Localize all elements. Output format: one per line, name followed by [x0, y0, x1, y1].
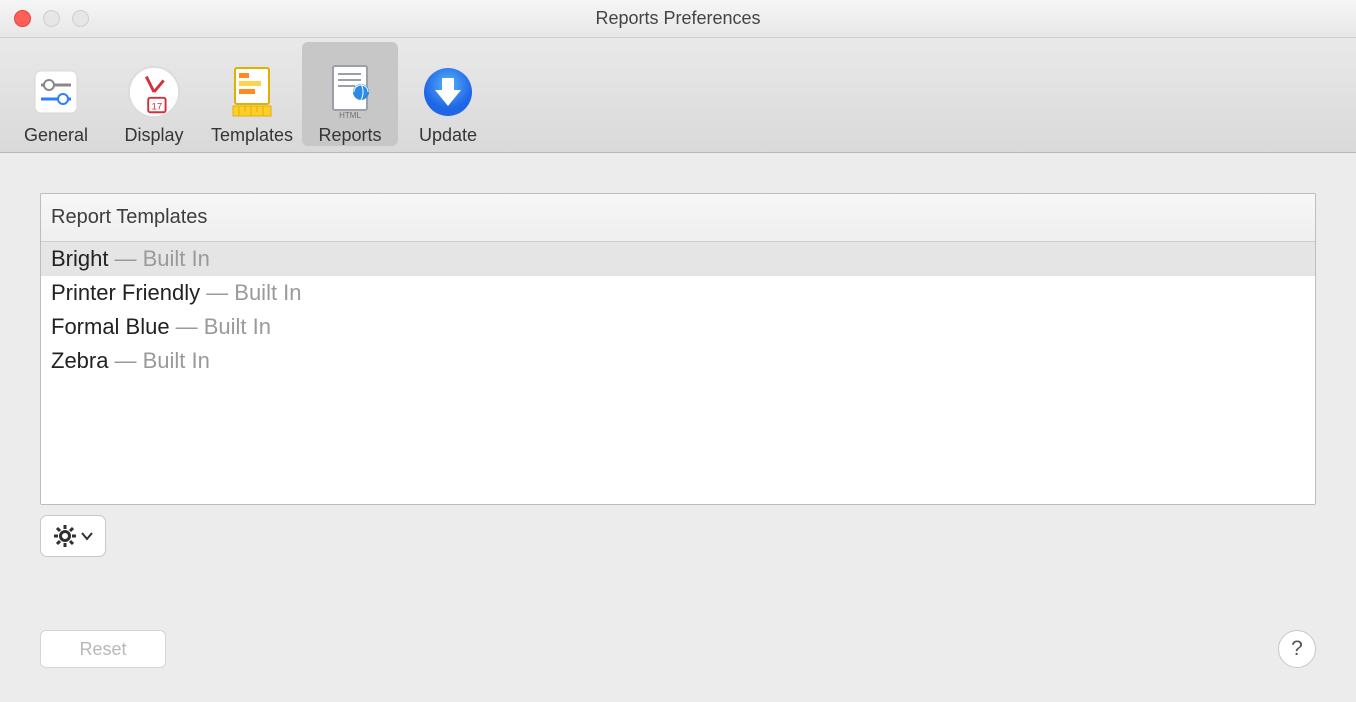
calendar-icon: 17: [127, 65, 181, 119]
template-meta: — Built In: [114, 246, 209, 272]
traffic-lights: [0, 10, 89, 27]
table-rows-container: Bright — Built InPrinter Friendly — Buil…: [41, 242, 1315, 504]
table-row[interactable]: Zebra — Built In: [41, 344, 1315, 378]
toolbar-item-update[interactable]: Update: [400, 42, 496, 146]
toolbar-label: Update: [419, 125, 477, 146]
window-title: Reports Preferences: [595, 8, 760, 29]
toolbar-label: Templates: [211, 125, 293, 146]
toolbar-item-templates[interactable]: Templates: [204, 42, 300, 146]
ruler-template-icon: [225, 65, 279, 119]
help-button[interactable]: ?: [1278, 630, 1316, 668]
toolbar-label: Display: [124, 125, 183, 146]
template-meta: — Built In: [206, 280, 301, 306]
table-row[interactable]: Formal Blue — Built In: [41, 310, 1315, 344]
table-row[interactable]: Bright — Built In: [41, 242, 1315, 276]
reset-button: Reset: [40, 630, 166, 668]
html-report-icon: HTML: [323, 65, 377, 119]
titlebar: Reports Preferences: [0, 0, 1356, 38]
template-name: Zebra: [51, 348, 108, 374]
template-meta: — Built In: [114, 348, 209, 374]
toolbar-label: General: [24, 125, 88, 146]
download-arrow-icon: [421, 65, 475, 119]
template-meta: — Built In: [176, 314, 271, 340]
close-window-icon[interactable]: [14, 10, 31, 27]
sliders-icon: [29, 65, 83, 119]
content-area: Report Templates Bright — Built InPrinte…: [0, 153, 1356, 577]
svg-text:HTML: HTML: [339, 111, 361, 120]
minimize-window-icon[interactable]: [43, 10, 60, 27]
table-column-header[interactable]: Report Templates: [41, 194, 1315, 242]
zoom-window-icon[interactable]: [72, 10, 89, 27]
template-name: Bright: [51, 246, 108, 272]
preferences-toolbar: General 17 Display: [0, 38, 1356, 153]
report-templates-table: Report Templates Bright — Built InPrinte…: [40, 193, 1316, 505]
footer: Reset ?: [40, 630, 1316, 668]
svg-text:17: 17: [152, 101, 163, 112]
action-menu-button[interactable]: [40, 515, 106, 557]
toolbar-item-reports[interactable]: HTML Reports: [302, 42, 398, 146]
template-name: Formal Blue: [51, 314, 170, 340]
question-mark-icon: ?: [1291, 637, 1303, 661]
table-row[interactable]: Printer Friendly — Built In: [41, 276, 1315, 310]
chevron-down-icon: [81, 531, 93, 541]
template-name: Printer Friendly: [51, 280, 200, 306]
toolbar-item-general[interactable]: General: [8, 42, 104, 146]
gear-icon: [53, 524, 77, 548]
toolbar-label: Reports: [318, 125, 381, 146]
toolbar-item-display[interactable]: 17 Display: [106, 42, 202, 146]
